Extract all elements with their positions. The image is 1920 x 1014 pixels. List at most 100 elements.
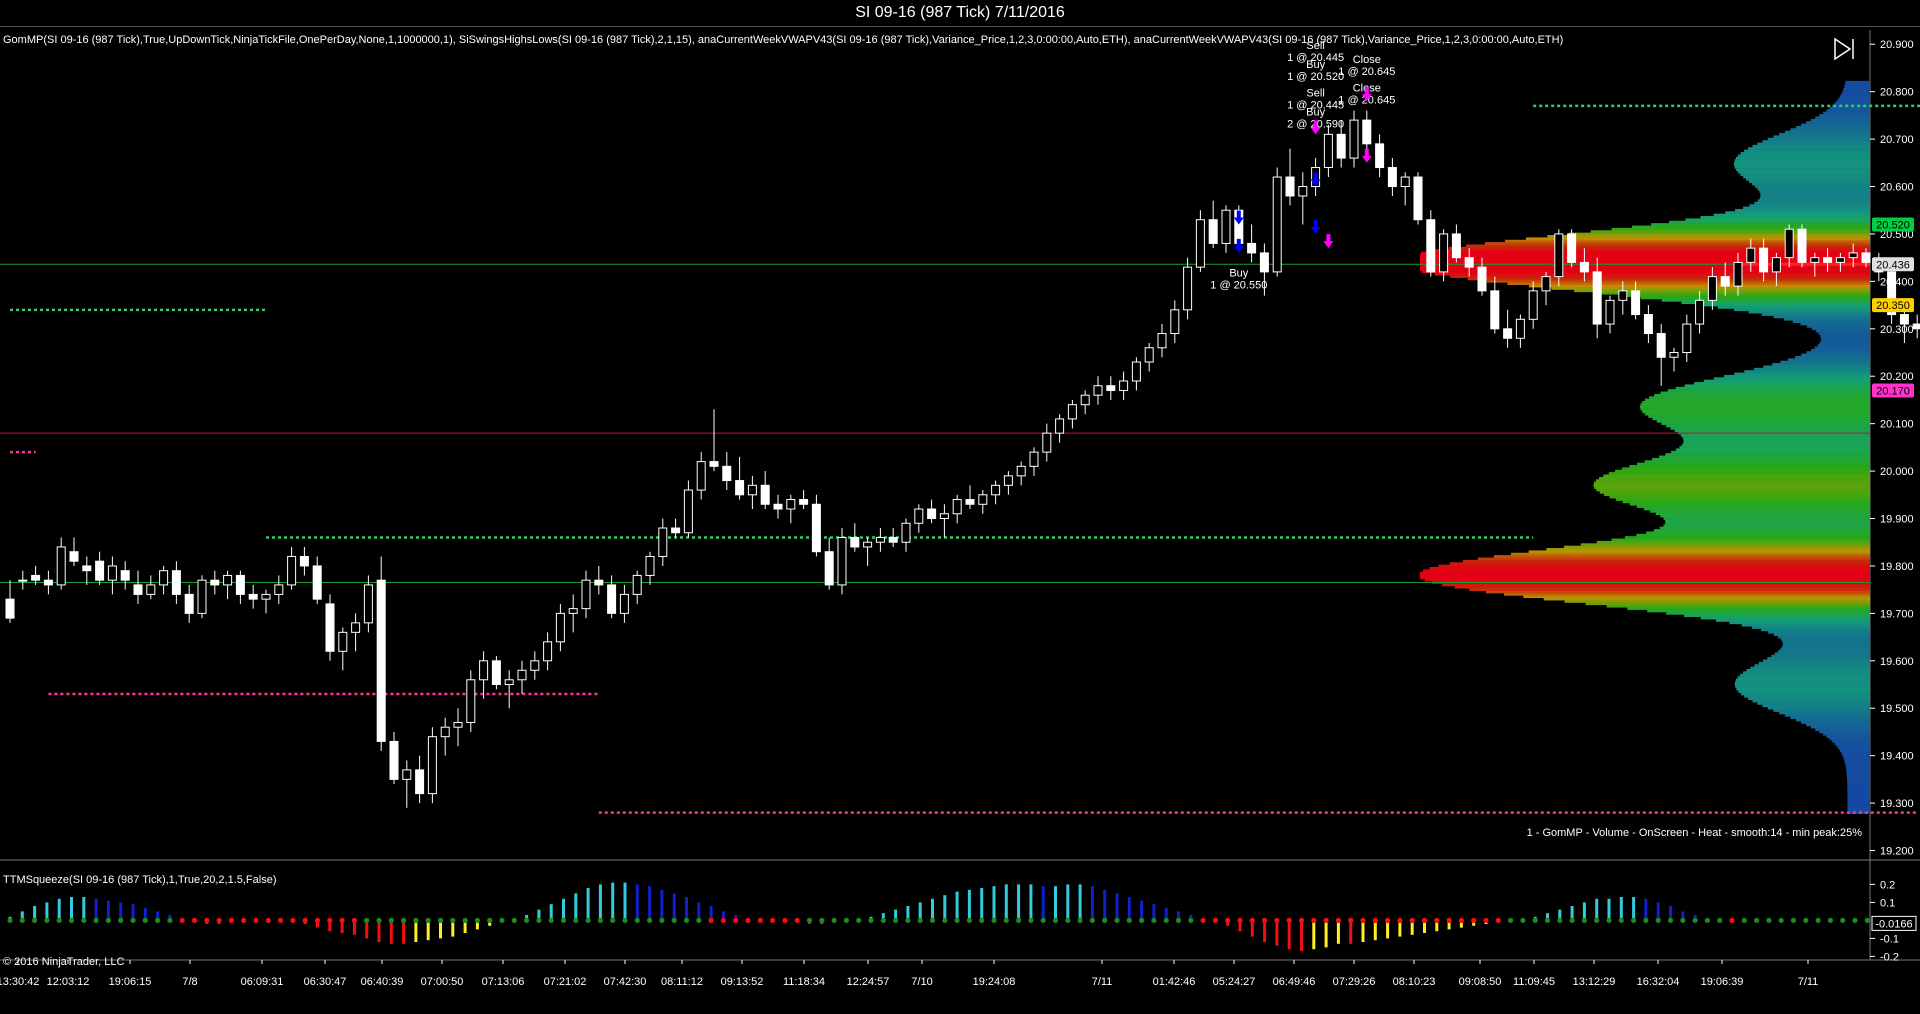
- volume-profile-row: [1604, 493, 1870, 497]
- volume-profile-row: [1640, 296, 1870, 300]
- price-axis[interactable]: 20.90020.80020.70020.60020.50020.40020.3…: [1870, 39, 1914, 858]
- volume-profile-row: [1842, 90, 1870, 93]
- volume-profile-row: [1659, 526, 1870, 530]
- volume-profile-row: [1737, 676, 1870, 679]
- price-tick-label: 20.000: [1880, 466, 1914, 478]
- volume-profile-row: [1454, 585, 1870, 589]
- candle-body: [786, 499, 796, 510]
- volume-profile-row: [1754, 367, 1870, 371]
- ttm-squeeze-dot: [597, 917, 604, 924]
- candle-body: [1208, 219, 1218, 244]
- candle-body: [1541, 276, 1551, 292]
- candle-body: [773, 503, 783, 510]
- volume-profile-row: [1615, 498, 1870, 501]
- price-tick-label: 20.200: [1880, 371, 1914, 383]
- volume-profile-row: [1790, 716, 1870, 720]
- time-tick-label: 06:40:39: [361, 976, 404, 988]
- ttm-squeeze-dot: [228, 917, 234, 924]
- ttm-squeeze-dot: [1139, 917, 1145, 924]
- ttm-squeeze-dot: [241, 917, 247, 924]
- candle-body: [1451, 233, 1461, 259]
- chart-canvas[interactable]: Buy1 @ 20.550Sell1 @ 20.445Buy1 @ 20.520…: [0, 0, 1920, 1014]
- vwap-lines: [0, 262, 1870, 584]
- ttm-squeeze-dot: [314, 917, 321, 924]
- ttm-squeeze-dot: [991, 917, 997, 924]
- candle-body: [1144, 347, 1154, 363]
- volume-profile-row: [1647, 609, 1870, 613]
- ttm-squeeze-dot: [856, 917, 862, 924]
- volume-profile-row: [1772, 363, 1870, 366]
- copyright-text: © 2016 NinjaTrader, LLC: [3, 956, 124, 968]
- candle-body: [376, 579, 386, 742]
- play-replay-button[interactable]: [1832, 36, 1858, 62]
- time-tick-label: 13:30:42: [0, 976, 39, 988]
- ttm-squeeze-dot: [1335, 917, 1341, 924]
- candle-body: [888, 536, 898, 543]
- volume-profile-row: [1847, 785, 1870, 788]
- volume-profile-row: [1593, 484, 1870, 487]
- volume-profile-row: [1735, 680, 1870, 684]
- ttm-squeeze-dot: [1520, 917, 1526, 924]
- candle-body: [1656, 333, 1666, 358]
- ttm-squeeze-dot: [1126, 917, 1132, 924]
- ttm-squeeze-dot: [1631, 917, 1637, 924]
- candle-body: [453, 721, 463, 728]
- candle-body: [1387, 167, 1397, 188]
- candle-body: [1413, 176, 1423, 221]
- trade-markers: Buy1 @ 20.550Sell1 @ 20.445Buy1 @ 20.520…: [1210, 40, 1395, 292]
- volume-profile-row: [1679, 446, 1870, 449]
- ttm-squeeze-dot: [1852, 917, 1858, 924]
- candle-body: [504, 679, 514, 686]
- price-badge-label: 20.170: [1876, 385, 1910, 397]
- trade-annotation: 1 @ 20.550: [1210, 280, 1267, 292]
- ttm-squeeze-dot: [1016, 917, 1022, 924]
- candle-body: [824, 551, 834, 586]
- ttm-squeeze-dot: [376, 917, 382, 924]
- volume-profile-row: [1806, 121, 1870, 124]
- volume-profile-row: [1511, 552, 1870, 556]
- ttm-squeeze-dot: [388, 917, 394, 924]
- volume-profile-row: [1782, 645, 1870, 648]
- volume-profile-row: [1819, 730, 1870, 734]
- volume-profile-row: [1680, 434, 1870, 437]
- candle-body: [991, 484, 1001, 496]
- volume-profile-row: [1761, 313, 1870, 316]
- ttm-squeeze-dot: [782, 917, 788, 924]
- time-axis[interactable]: 13:30:42 12:03:12 19:06:15 7/8 06:09:31 06:30…: [0, 960, 1818, 988]
- ttm-axis[interactable]: 0.2 0.1 -0.1 -0.2 -0.0166: [1870, 879, 1917, 963]
- candle-body: [1106, 385, 1116, 391]
- volume-profile-row: [1484, 242, 1870, 245]
- candle-body: [440, 726, 450, 738]
- volume-profile-row: [1811, 327, 1870, 331]
- candlesticks: [5, 110, 1920, 808]
- volume-profile-row: [1608, 472, 1870, 475]
- candle-body: [325, 603, 335, 652]
- volume-profile-row: [1774, 652, 1870, 655]
- candle-body: [1323, 133, 1333, 169]
- volume-profile-row: [1652, 457, 1870, 461]
- volume-profile-row: [1800, 322, 1870, 326]
- candle-body: [1029, 451, 1039, 467]
- ttm-squeeze-dot: [1298, 917, 1305, 924]
- volume-profile-row: [1423, 569, 1870, 572]
- candle-body: [1042, 432, 1052, 453]
- candle-body: [1464, 257, 1474, 268]
- ttm-squeeze-dot: [720, 917, 727, 924]
- ttm-squeeze-dot: [216, 917, 222, 924]
- volume-profile-row: [1795, 125, 1870, 129]
- volume-profile-row: [1627, 607, 1870, 610]
- volume-profile-row: [1763, 365, 1870, 369]
- candle-body: [287, 555, 297, 586]
- ttm-squeeze-dot: [659, 917, 665, 924]
- candle-body: [1720, 276, 1730, 287]
- volume-profile-row: [1485, 590, 1870, 594]
- volume-profile-row: [1523, 595, 1870, 599]
- time-tick-label: 06:30:47: [304, 976, 347, 988]
- ttm-squeeze-dot: [1323, 917, 1329, 924]
- ttm-squeeze-dot: [1052, 917, 1059, 924]
- volume-profile-row: [1665, 521, 1870, 525]
- candle-body: [1605, 299, 1615, 325]
- ttm-squeeze-dot: [1581, 917, 1587, 924]
- ttm-squeeze-dot: [1717, 917, 1723, 924]
- candle-body: [543, 641, 553, 662]
